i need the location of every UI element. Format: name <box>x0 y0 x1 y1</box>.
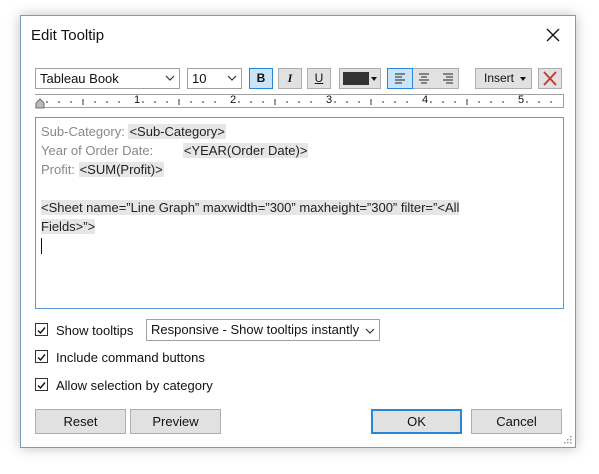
ruler-mark: 3 <box>326 94 333 106</box>
align-right-icon <box>443 73 453 84</box>
clear-formatting-button[interactable] <box>538 68 562 89</box>
dialog-title: Edit Tooltip <box>31 27 105 44</box>
close-icon[interactable] <box>545 27 561 43</box>
text-color-button[interactable] <box>339 68 381 89</box>
year-label: Year of Order Date: <box>41 143 154 158</box>
font-size-value: 10 <box>192 71 207 86</box>
tooltip-mode-select[interactable]: Responsive - Show tooltips instantly <box>146 319 380 341</box>
checkmark-icon <box>37 354 46 362</box>
ruler-mark: 5 <box>518 94 525 106</box>
profit-label: Profit: <box>41 162 75 177</box>
font-family-select[interactable]: Tableau Book <box>35 68 180 89</box>
editor-line-sheet: <Sheet name=”Line Graph” maxwidth=”300” … <box>41 198 558 217</box>
tooltip-editor[interactable]: Sub-Category: <Sub-Category> Year of Ord… <box>35 117 564 309</box>
reset-button[interactable]: Reset <box>35 409 126 434</box>
edit-tooltip-dialog: Edit Tooltip Tableau Book 10 B I U Inser… <box>20 15 576 448</box>
font-family-value: Tableau Book <box>40 71 119 86</box>
color-swatch <box>343 72 369 85</box>
alignment-group <box>387 68 459 89</box>
sheet-tag-part2: Fields>”> <box>41 219 96 234</box>
checkmark-icon <box>37 327 46 335</box>
editor-line-sheet-cont: Fields>”> <box>41 217 558 236</box>
align-left-icon <box>395 73 405 84</box>
align-left-button[interactable] <box>387 68 413 89</box>
year-field: <YEAR(Order Date)> <box>182 143 309 158</box>
ruler-mark: 4 <box>422 94 429 106</box>
ruler-mark: 2 <box>230 94 237 106</box>
editor-line-subcategory: Sub-Category: <Sub-Category> <box>41 122 558 141</box>
text-cursor <box>41 238 42 254</box>
insert-menu-button[interactable]: Insert <box>475 68 532 89</box>
sheet-tag-part1: <Sheet name=”Line Graph” maxwidth=”300” … <box>41 200 460 215</box>
bold-button[interactable]: B <box>249 68 273 89</box>
ruler: 1 2 3 4 5 <box>35 94 564 109</box>
ruler-ticks <box>35 98 552 109</box>
cancel-button[interactable]: Cancel <box>471 409 562 434</box>
resize-grip-icon[interactable] <box>562 434 572 444</box>
subcategory-label: Sub-Category: <box>41 124 125 139</box>
editor-line-year: Year of Order Date: <YEAR(Order Date)> <box>41 141 558 160</box>
chevron-down-icon <box>365 328 375 334</box>
profit-field: <SUM(Profit)> <box>78 162 164 177</box>
chevron-down-icon <box>227 75 237 81</box>
editor-line-blank <box>41 179 558 198</box>
include-command-buttons-checkbox[interactable] <box>35 350 48 363</box>
insert-label: Insert <box>484 71 515 85</box>
caret-down-icon <box>371 77 377 81</box>
show-tooltips-checkbox[interactable] <box>35 323 48 336</box>
subcategory-field: <Sub-Category> <box>128 124 226 139</box>
allow-selection-checkbox[interactable] <box>35 378 48 391</box>
font-size-select[interactable]: 10 <box>187 68 242 89</box>
italic-button[interactable]: I <box>278 68 302 89</box>
align-center-button[interactable] <box>412 69 436 88</box>
preview-button[interactable]: Preview <box>130 409 221 434</box>
include-command-buttons-label: Include command buttons <box>56 350 205 365</box>
editor-line-profit: Profit: <SUM(Profit)> <box>41 160 558 179</box>
tooltip-mode-value: Responsive - Show tooltips instantly <box>151 322 360 337</box>
caret-down-icon <box>520 77 526 81</box>
indent-marker-icon <box>35 98 45 109</box>
title-bar: Edit Tooltip <box>21 16 575 56</box>
clear-x-icon <box>543 71 557 86</box>
chevron-down-icon <box>165 75 175 81</box>
ok-button[interactable]: OK <box>371 409 462 434</box>
checkmark-icon <box>37 382 46 390</box>
align-center-icon <box>419 73 429 84</box>
formatting-toolbar: Tableau Book 10 B I U Insert <box>35 68 565 90</box>
show-tooltips-label: Show tooltips <box>56 323 134 338</box>
underline-button[interactable]: U <box>307 68 331 89</box>
allow-selection-label: Allow selection by category <box>56 378 213 393</box>
ruler-mark: 1 <box>134 94 141 106</box>
align-right-button[interactable] <box>436 69 460 88</box>
